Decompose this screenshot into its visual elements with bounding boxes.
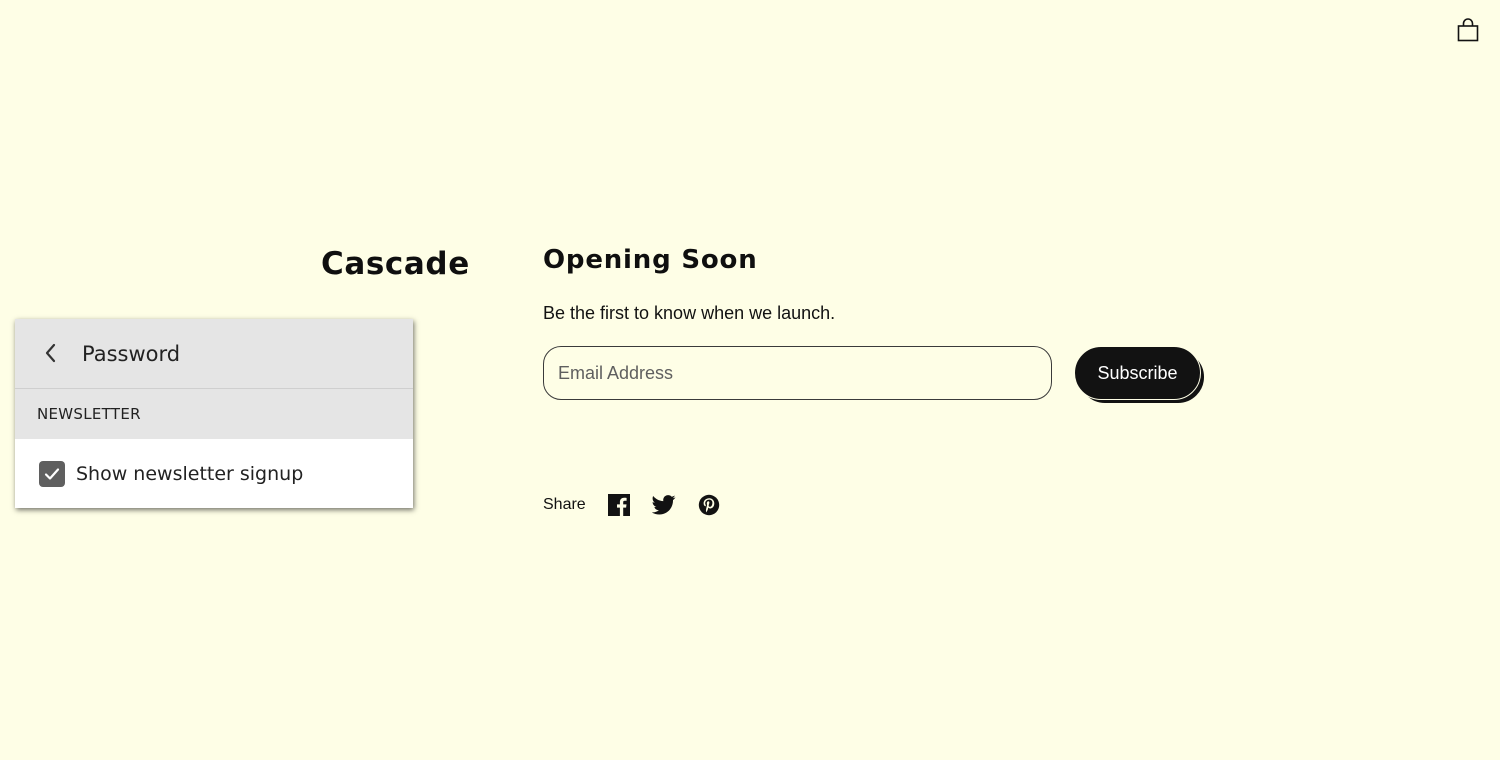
email-field[interactable]	[543, 346, 1052, 400]
panel-header: Password	[15, 319, 413, 389]
shopping-bag-icon	[1457, 18, 1479, 42]
theme-settings-panel: Password NEWSLETTER Show newsletter sign…	[15, 319, 413, 508]
store-brand: Cascade	[321, 246, 470, 282]
twitter-share-link[interactable]	[651, 492, 677, 518]
newsletter-toggle[interactable]: Show newsletter signup	[15, 439, 413, 508]
pinterest-share-link[interactable]	[696, 492, 722, 518]
newsletter-checkbox-label: Show newsletter signup	[76, 462, 304, 485]
page-heading: Opening Soon	[543, 245, 758, 275]
twitter-icon	[651, 495, 676, 515]
panel-title: Password	[82, 342, 181, 366]
share-row: Share	[543, 490, 741, 520]
subscribe-button[interactable]: Subscribe	[1074, 346, 1201, 400]
subscribe-button-wrap: Subscribe	[1074, 346, 1205, 404]
facebook-icon	[607, 494, 630, 516]
newsletter-checkbox[interactable]	[39, 460, 65, 487]
pinterest-icon	[698, 494, 719, 516]
chevron-left-icon	[45, 343, 56, 363]
cart-button[interactable]	[1454, 16, 1482, 44]
back-button[interactable]	[37, 339, 65, 367]
facebook-share-link[interactable]	[606, 492, 632, 518]
section-heading: NEWSLETTER	[15, 389, 413, 439]
share-label: Share	[543, 496, 586, 513]
checkmark-icon	[44, 467, 60, 480]
launch-subtext: Be the first to know when we launch.	[543, 303, 836, 323]
